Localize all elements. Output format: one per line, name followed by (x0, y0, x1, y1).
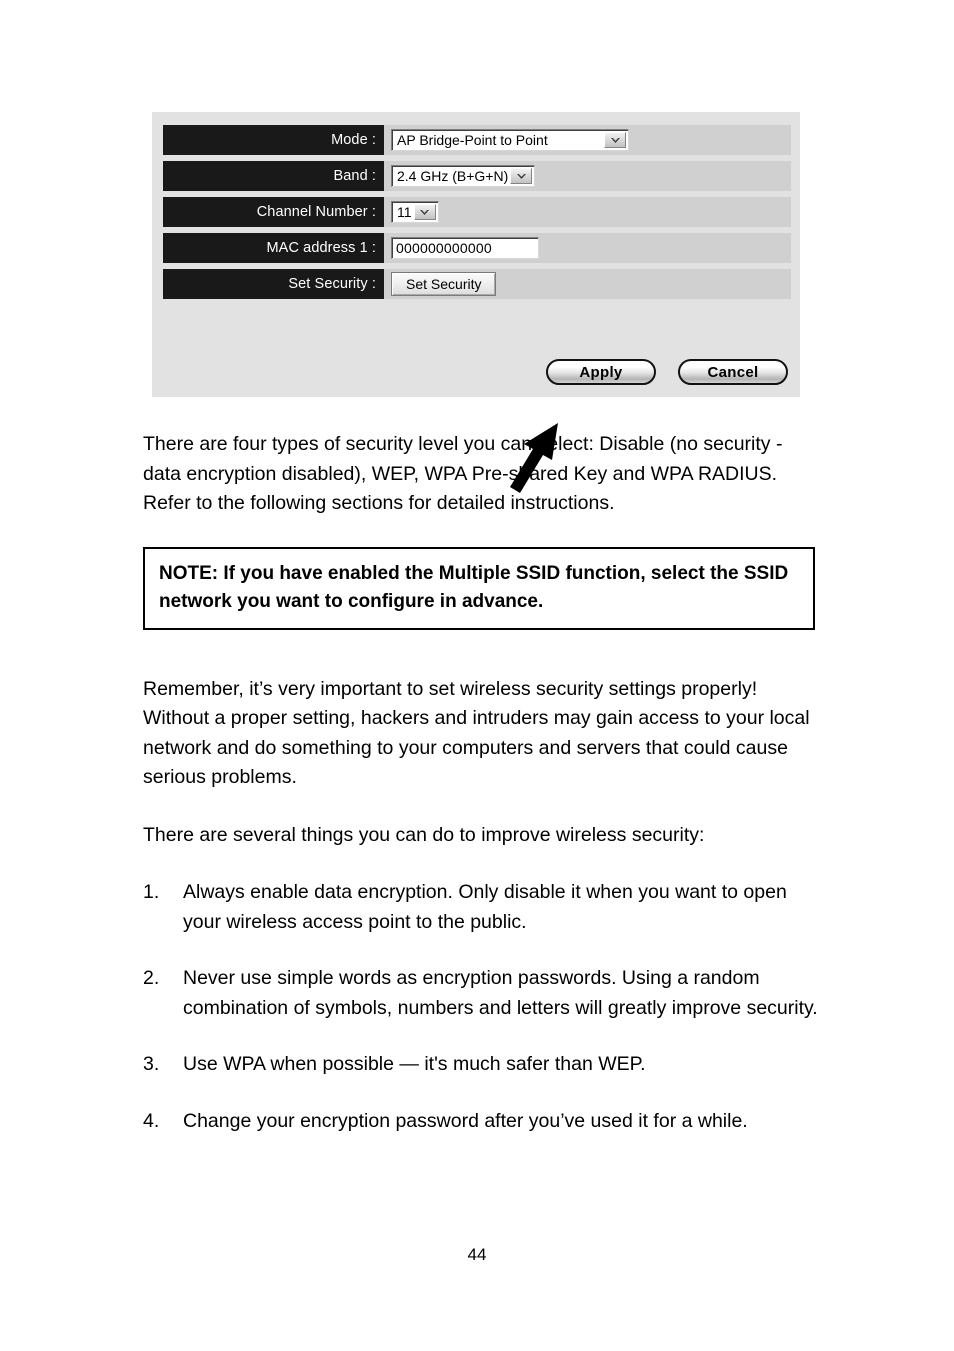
page-number: 44 (467, 1245, 487, 1264)
apply-button[interactable]: Apply (546, 359, 656, 385)
form-row-band: Band : 2.4 GHz (B+G+N) (163, 161, 791, 191)
mode-select-value: AP Bridge-Point to Point (397, 132, 548, 148)
band-select-value: 2.4 GHz (B+G+N) (397, 168, 509, 184)
security-tips-list: 1. Always enable data encryption. Only d… (143, 878, 823, 1136)
list-intro-paragraph: There are several things you can do to i… (143, 823, 705, 846)
chevron-down-icon[interactable] (510, 168, 533, 184)
chevron-down-icon[interactable] (413, 204, 436, 220)
label-set-security: Set Security : (163, 269, 384, 299)
label-band: Band : (163, 161, 384, 191)
list-item-text: Change your encryption password after yo… (183, 1109, 748, 1132)
field-channel-number: 11 (384, 197, 791, 227)
config-form: Mode : AP Bridge-Point to Point Band : 2… (163, 125, 791, 305)
form-row-mac-address-1: MAC address 1 : 000000000000 (163, 233, 791, 263)
chevron-down-icon[interactable] (604, 132, 626, 148)
form-row-set-security: Set Security : Set Security (163, 269, 791, 299)
list-item-number: 2. (143, 967, 160, 989)
set-security-button[interactable]: Set Security (391, 272, 497, 296)
document-body: There are four types of security level y… (143, 430, 823, 1163)
list-item-text: Never use simple words as encryption pas… (183, 967, 818, 1019)
field-set-security: Set Security (384, 269, 791, 299)
list-item: 4. Change your encryption password after… (143, 1107, 823, 1137)
field-band: 2.4 GHz (B+G+N) (384, 161, 791, 191)
list-item-number: 3. (143, 1053, 160, 1075)
list-item: 3. Use WPA when possible — it's much saf… (143, 1050, 823, 1080)
label-channel-number: Channel Number : (163, 197, 384, 227)
channel-number-select[interactable]: 11 (391, 201, 439, 223)
note-box: NOTE: If you have enabled the Multiple S… (143, 546, 815, 630)
label-mac-address-1: MAC address 1 : (163, 233, 384, 263)
list-item: 2. Never use simple words as encryption … (143, 964, 823, 1023)
cancel-button[interactable]: Cancel (678, 359, 788, 385)
field-mac-address-1: 000000000000 (384, 233, 791, 263)
list-item-number: 1. (143, 881, 160, 903)
form-row-mode: Mode : AP Bridge-Point to Point (163, 125, 791, 155)
form-actions: Apply Cancel (546, 359, 788, 385)
list-item-text: Always enable data encryption. Only disa… (183, 881, 787, 933)
remember-paragraph: Remember, it’s very important to set wir… (143, 677, 810, 789)
mac-address-1-input[interactable]: 000000000000 (391, 237, 539, 259)
band-select[interactable]: 2.4 GHz (B+G+N) (391, 165, 536, 187)
list-item-number: 4. (143, 1109, 160, 1132)
router-config-screenshot: Mode : AP Bridge-Point to Point Band : 2… (152, 112, 800, 493)
list-item-text: Use WPA when possible — it's much safer … (183, 1053, 646, 1075)
list-item: 1. Always enable data encryption. Only d… (143, 878, 823, 937)
label-mode: Mode : (163, 125, 384, 155)
channel-number-select-value: 11 (397, 204, 412, 220)
intro-paragraph: There are four types of security level y… (143, 433, 783, 514)
mode-select[interactable]: AP Bridge-Point to Point (391, 129, 629, 151)
form-row-channel-number: Channel Number : 11 (163, 197, 791, 227)
field-mode: AP Bridge-Point to Point (384, 125, 791, 155)
